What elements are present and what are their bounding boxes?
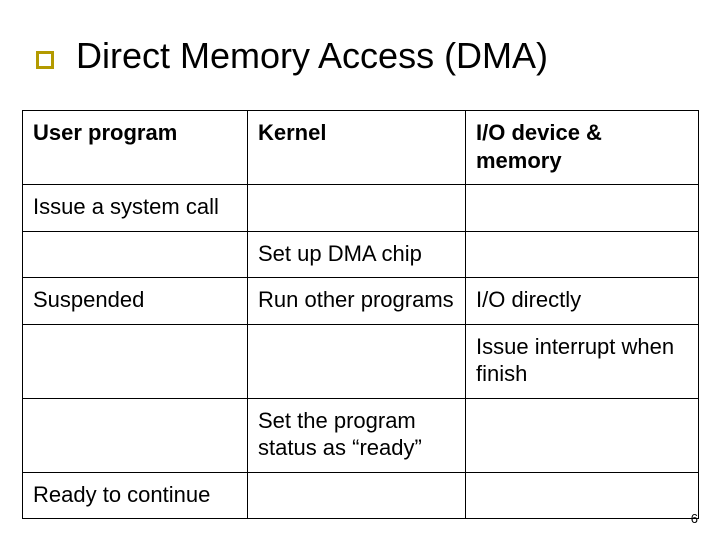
cell bbox=[466, 472, 699, 519]
cell: Run other programs bbox=[248, 278, 466, 325]
title-bullet-icon bbox=[36, 51, 54, 69]
cell: Set up DMA chip bbox=[248, 231, 466, 278]
cell: I/O directly bbox=[466, 278, 699, 325]
cell bbox=[248, 185, 466, 232]
cell bbox=[23, 324, 248, 398]
cell bbox=[466, 231, 699, 278]
cell: Set the program status as “ready” bbox=[248, 398, 466, 472]
cell bbox=[466, 398, 699, 472]
cell bbox=[248, 472, 466, 519]
table-row: Suspended Run other programs I/O directl… bbox=[23, 278, 699, 325]
title-row: Direct Memory Access (DMA) bbox=[36, 26, 696, 86]
cell: Ready to continue bbox=[23, 472, 248, 519]
cell bbox=[23, 398, 248, 472]
table-row: Set up DMA chip bbox=[23, 231, 699, 278]
cell: Issue a system call bbox=[23, 185, 248, 232]
header-kernel: Kernel bbox=[248, 111, 466, 185]
page-number: 6 bbox=[691, 511, 698, 526]
header-user-program: User program bbox=[23, 111, 248, 185]
cell: Issue interrupt when finish bbox=[466, 324, 699, 398]
table-header-row: User program Kernel I/O device & memory bbox=[23, 111, 699, 185]
cell bbox=[23, 231, 248, 278]
table-row: Ready to continue bbox=[23, 472, 699, 519]
slide-title: Direct Memory Access (DMA) bbox=[76, 35, 548, 77]
table-row: Issue a system call bbox=[23, 185, 699, 232]
cell bbox=[466, 185, 699, 232]
dma-table: User program Kernel I/O device & memory … bbox=[22, 110, 699, 519]
slide: { "title": "Direct Memory Access (DMA)",… bbox=[0, 0, 720, 540]
table-row: Set the program status as “ready” bbox=[23, 398, 699, 472]
table-row: Issue interrupt when finish bbox=[23, 324, 699, 398]
cell bbox=[248, 324, 466, 398]
cell: Suspended bbox=[23, 278, 248, 325]
header-io-device: I/O device & memory bbox=[466, 111, 699, 185]
